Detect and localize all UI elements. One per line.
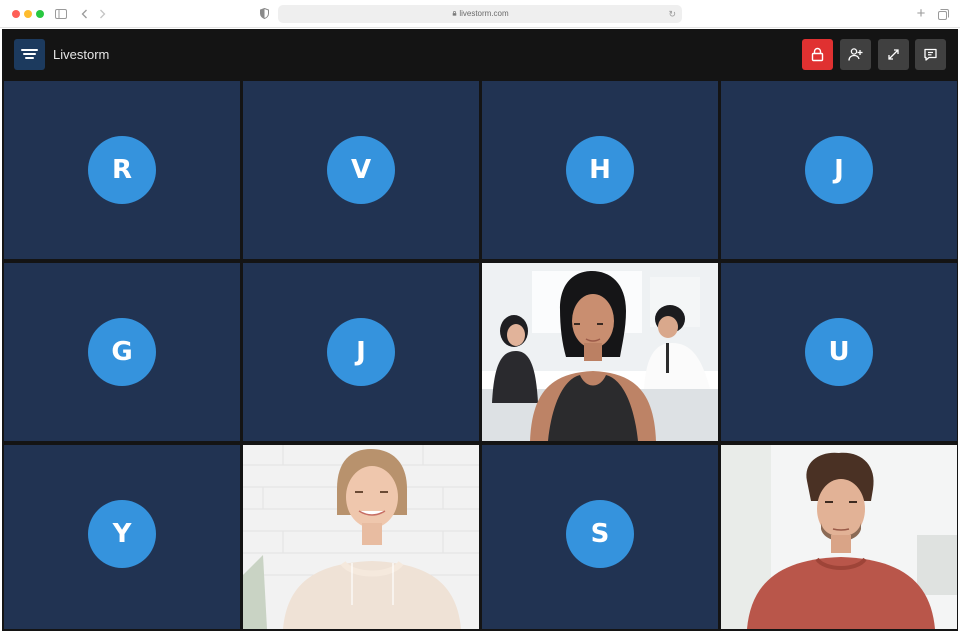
shield-icon[interactable] [259,6,269,22]
participant-avatar: G [88,318,156,386]
participant-tile[interactable]: S [482,445,718,629]
participant-tile[interactable]: H [482,81,718,259]
browser-toolbar: livestorm.com ↻ + [0,0,960,28]
app-header: Livestorm [2,29,958,80]
participant-tile[interactable]: V [243,81,479,259]
participant-avatar: Y [88,500,156,568]
minimize-window-button[interactable] [24,10,32,18]
participant-video-tile[interactable] [243,445,479,629]
participant-video-tile[interactable] [721,445,957,629]
close-window-button[interactable] [12,10,20,18]
chat-icon [924,48,937,61]
participant-avatar: U [805,318,873,386]
participant-video-feed [482,263,718,441]
chevron-left-icon[interactable] [79,6,89,22]
chat-button[interactable] [915,39,946,70]
participant-video-feed [243,445,479,629]
participant-tile[interactable]: G [4,263,240,441]
participant-avatar: J [327,318,395,386]
maximize-window-button[interactable] [36,10,44,18]
app-title: Livestorm [53,47,110,62]
participant-avatar: H [566,136,634,204]
participant-tile[interactable]: R [4,81,240,259]
participant-video-feed [721,445,957,629]
participant-avatar: V [327,136,395,204]
fullscreen-button[interactable] [878,39,909,70]
participant-video-tile[interactable] [482,263,718,441]
chevron-right-icon[interactable] [97,6,107,22]
participant-grid: R V H J G J U Y S [4,81,957,629]
url-text: livestorm.com [459,9,509,18]
participant-tile[interactable]: Y [4,445,240,629]
participant-avatar: S [566,500,634,568]
plus-icon[interactable]: + [914,6,928,22]
tabs-icon[interactable] [936,6,950,22]
participant-tile[interactable]: J [721,81,957,259]
participant-avatar: R [88,136,156,204]
lock-icon [452,11,457,16]
livestorm-app: Livestorm R V H J G J U Y S [2,29,958,631]
sidebar-icon[interactable] [54,6,68,22]
participant-tile[interactable]: J [243,263,479,441]
user-plus-icon [848,48,863,61]
livestorm-logo-icon[interactable] [14,39,45,70]
invite-participant-button[interactable] [840,39,871,70]
lock-icon [811,47,824,62]
participant-tile[interactable]: U [721,263,957,441]
address-bar[interactable]: livestorm.com ↻ [278,5,682,23]
reload-icon[interactable]: ↻ [668,5,676,23]
participant-avatar: J [805,136,873,204]
expand-icon [888,49,899,60]
lock-room-button[interactable] [802,39,833,70]
